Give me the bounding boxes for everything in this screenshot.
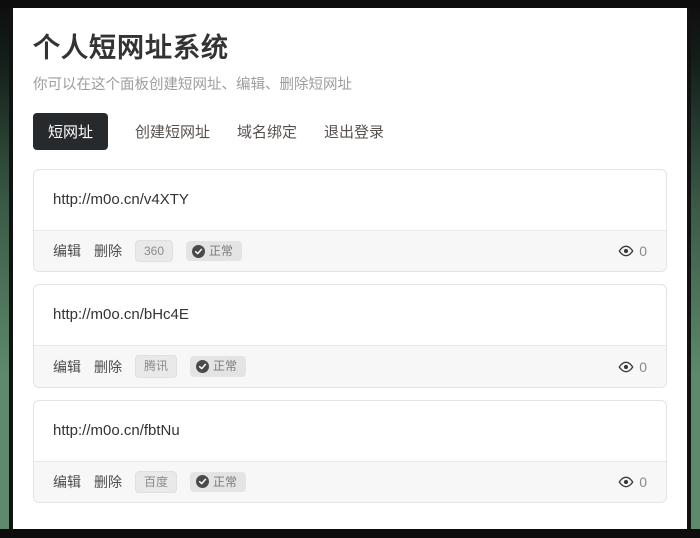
tab-domain-binding[interactable]: 域名绑定 [237,121,297,142]
short-url-card: http://m0o.cn/v4XTY 编辑 删除 360 正常 [33,169,667,272]
short-url-card: http://m0o.cn/bHc4E 编辑 删除 腾讯 正常 [33,284,667,387]
page-subtitle: 你可以在这个面板创建短网址、编辑、删除短网址 [33,73,667,94]
card-body: http://m0o.cn/v4XTY [34,170,666,230]
screenshot-frame: 个人短网址系统 你可以在这个面板创建短网址、编辑、删除短网址 短网址 创建短网址… [0,0,700,538]
frame-bottom-border [0,529,700,538]
views-counter: 0 [618,243,647,259]
tab-short-urls[interactable]: 短网址 [33,113,108,150]
check-circle-icon [192,245,205,258]
status-badge: 正常 [190,356,246,376]
delete-button[interactable]: 删除 [94,357,122,377]
short-url-link[interactable]: http://m0o.cn/fbtNu [53,422,180,439]
short-url-list: http://m0o.cn/v4XTY 编辑 删除 360 正常 [33,169,667,503]
source-badge: 腾讯 [135,355,177,377]
eye-icon [618,245,634,257]
status-badge: 正常 [190,472,246,492]
card-body: http://m0o.cn/fbtNu [34,401,666,461]
card-footer: 编辑 删除 腾讯 正常 0 [34,345,666,386]
card-body: http://m0o.cn/bHc4E [34,285,666,345]
check-circle-icon [196,475,209,488]
edit-button[interactable]: 编辑 [53,357,81,377]
source-badge: 百度 [135,471,177,493]
views-count: 0 [639,359,647,375]
tab-create-short-url[interactable]: 创建短网址 [135,121,210,142]
short-url-panel: 个人短网址系统 你可以在这个面板创建短网址、编辑、删除短网址 短网址 创建短网址… [9,8,691,529]
eye-icon [618,476,634,488]
views-counter: 0 [618,474,647,490]
delete-button[interactable]: 删除 [94,241,122,261]
main-nav: 短网址 创建短网址 域名绑定 退出登录 [33,113,667,150]
source-badge: 360 [135,240,173,262]
edit-button[interactable]: 编辑 [53,241,81,261]
delete-button[interactable]: 删除 [94,472,122,492]
short-url-card: http://m0o.cn/fbtNu 编辑 删除 百度 正常 [33,400,667,503]
short-url-link[interactable]: http://m0o.cn/v4XTY [53,191,189,208]
views-count: 0 [639,474,647,490]
tab-logout[interactable]: 退出登录 [324,121,384,142]
check-circle-icon [196,360,209,373]
page-title: 个人短网址系统 [33,26,667,65]
short-url-link[interactable]: http://m0o.cn/bHc4E [53,306,189,323]
eye-icon [618,361,634,373]
views-counter: 0 [618,359,647,375]
views-count: 0 [639,243,647,259]
card-footer: 编辑 删除 360 正常 0 [34,230,666,271]
status-label: 正常 [213,359,237,373]
edit-button[interactable]: 编辑 [53,472,81,492]
frame-top-border [0,0,700,8]
status-label: 正常 [213,475,237,489]
status-badge: 正常 [186,241,242,261]
card-footer: 编辑 删除 百度 正常 0 [34,461,666,502]
status-label: 正常 [209,244,233,258]
